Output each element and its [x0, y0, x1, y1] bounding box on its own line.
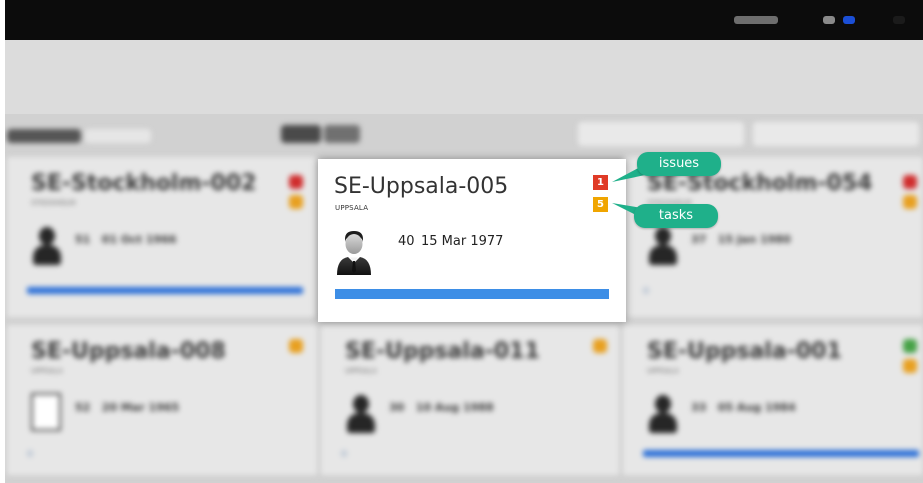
- task-badge: [593, 339, 607, 353]
- issues-badge[interactable]: 1: [593, 175, 608, 190]
- filter-pill[interactable]: [85, 129, 151, 143]
- card-background[interactable]: SE-Stockholm-054 STOCKHOLM 37 15 Jan 198…: [623, 157, 923, 317]
- card-title: SE-Uppsala-001: [647, 339, 842, 364]
- card-info: 37 15 Jan 1980: [691, 233, 791, 246]
- person-icon: [31, 225, 63, 267]
- card-progress: [643, 450, 919, 457]
- person-icon: [647, 225, 679, 267]
- card-title: SE-Uppsala-011: [345, 339, 540, 364]
- filter-dropdown[interactable]: [578, 122, 744, 146]
- settings-placeholder[interactable]: [893, 16, 905, 24]
- card-subtitle: STOCKHOLM: [31, 199, 76, 207]
- card-info: 52 20 Mar 1965: [75, 401, 180, 414]
- card-progress: [643, 287, 649, 294]
- tasks-callout: tasks: [634, 204, 718, 228]
- top-bar: [5, 0, 923, 40]
- card-subtitle: UPPSALA: [647, 367, 679, 375]
- task-badge: [289, 195, 303, 209]
- card-progress: [27, 450, 33, 457]
- view-toggle-list[interactable]: [324, 125, 360, 143]
- filter-pill-active[interactable]: [7, 129, 81, 143]
- card-progress: [341, 450, 347, 457]
- tasks-badge[interactable]: 5: [593, 197, 608, 212]
- card-background[interactable]: SE-Stockholm-002 STOCKHOLM 51 01 Oct 196…: [7, 157, 317, 317]
- user-menu-placeholder[interactable]: [734, 16, 778, 24]
- issues-callout: issues: [637, 152, 721, 176]
- card-background[interactable]: SE-Uppsala-008 UPPSALA 52 20 Mar 1965: [7, 325, 317, 475]
- sort-dropdown[interactable]: [753, 122, 919, 146]
- card-info: 30 10 Aug 1988: [389, 401, 494, 414]
- toggle-placeholder[interactable]: [823, 16, 835, 24]
- progress-bar: [335, 289, 609, 299]
- card-subtitle: UPPSALA: [31, 367, 63, 375]
- person-icon: [647, 393, 679, 435]
- card-background[interactable]: SE-Uppsala-011 UPPSALA 30 10 Aug 1988: [321, 325, 619, 475]
- card-subtitle: UPPSALA: [345, 367, 377, 375]
- view-toggle-grid[interactable]: [281, 125, 321, 143]
- card-title: SE-Stockholm-002: [31, 171, 257, 196]
- task-badge: [903, 195, 917, 209]
- notification-dot-icon[interactable]: [843, 16, 855, 24]
- man-in-suit-icon: [337, 231, 371, 275]
- card-info: 51 01 Oct 1966: [75, 233, 177, 246]
- progress-fill: [335, 289, 609, 299]
- issue-badge: [903, 175, 917, 189]
- status-badge: [903, 339, 917, 353]
- card-location: UPPSALA: [335, 204, 369, 212]
- patient-birthdate: 15 Mar 1977: [421, 234, 504, 249]
- task-badge: [903, 359, 917, 373]
- card-progress: [27, 287, 303, 294]
- task-badge: [289, 339, 303, 353]
- focused-patient-card[interactable]: SE-Uppsala-005 UPPSALA 1 5 40 15 Mar 197…: [318, 159, 626, 322]
- patient-age: 40: [398, 234, 415, 249]
- issue-badge: [289, 175, 303, 189]
- card-background[interactable]: SE-Uppsala-001 UPPSALA 33 05 Aug 1984: [623, 325, 923, 475]
- card-title: SE-Uppsala-005: [334, 174, 509, 199]
- card-info: 33 05 Aug 1984: [691, 401, 796, 414]
- card-title: SE-Uppsala-008: [31, 339, 226, 364]
- person-icon: [345, 393, 377, 435]
- document-icon: [31, 393, 61, 431]
